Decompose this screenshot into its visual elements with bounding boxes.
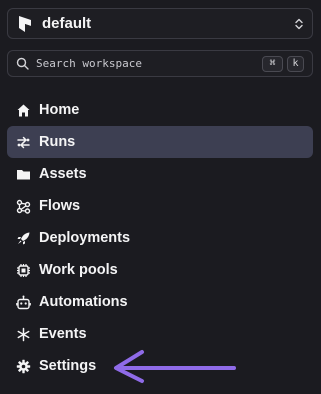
chip-icon	[17, 264, 30, 277]
flows-icon	[16, 199, 31, 214]
annotation-arrow	[114, 350, 236, 383]
shortcut-k-key: k	[287, 56, 304, 72]
search-placeholder: Search workspace	[36, 57, 142, 70]
home-icon	[17, 104, 30, 117]
folder-icon	[17, 170, 30, 180]
gear-icon	[16, 359, 31, 374]
sidebar-item-label: Runs	[39, 134, 76, 150]
robot-icon	[16, 295, 31, 310]
sidebar-item-label: Automations	[39, 294, 128, 310]
asterisk-icon	[17, 327, 30, 342]
sidebar-item-label: Work pools	[39, 262, 118, 278]
sidebar-item-label: Assets	[39, 166, 87, 182]
workspace-name: default	[42, 15, 92, 32]
sidebar-item-assets[interactable]: Assets	[7, 158, 313, 190]
sidebar-item-home[interactable]: Home	[7, 94, 313, 126]
sidebar-item-flows[interactable]: Flows	[7, 190, 313, 222]
sidebar-item-label: Settings	[39, 358, 97, 374]
rocket-icon	[17, 232, 30, 245]
search-icon	[16, 57, 29, 70]
sidebar-item-runs[interactable]: Runs	[7, 126, 313, 158]
runs-icon	[17, 136, 30, 149]
sidebar-item-label: Events	[39, 326, 87, 342]
shortcut-modifier-key: ⌘	[262, 56, 283, 72]
sidebar-item-work-pools[interactable]: Work pools	[7, 254, 313, 286]
workspace-select[interactable]: default	[7, 8, 313, 39]
sidebar-item-automations[interactable]: Automations	[7, 286, 313, 318]
sidebar-nav: Home Runs Assets Flows Deployments Work …	[7, 94, 313, 382]
chevron-up-down-icon	[295, 18, 303, 30]
search-input[interactable]: Search workspace ⌘ k	[7, 50, 313, 77]
sidebar-item-label: Deployments	[39, 230, 131, 246]
sidebar-item-deployments[interactable]: Deployments	[7, 222, 313, 254]
sidebar-item-label: Home	[39, 102, 80, 118]
sidebar-item-events[interactable]: Events	[7, 318, 313, 350]
sidebar-item-label: Flows	[39, 198, 81, 214]
prefect-logo-icon	[19, 16, 31, 32]
